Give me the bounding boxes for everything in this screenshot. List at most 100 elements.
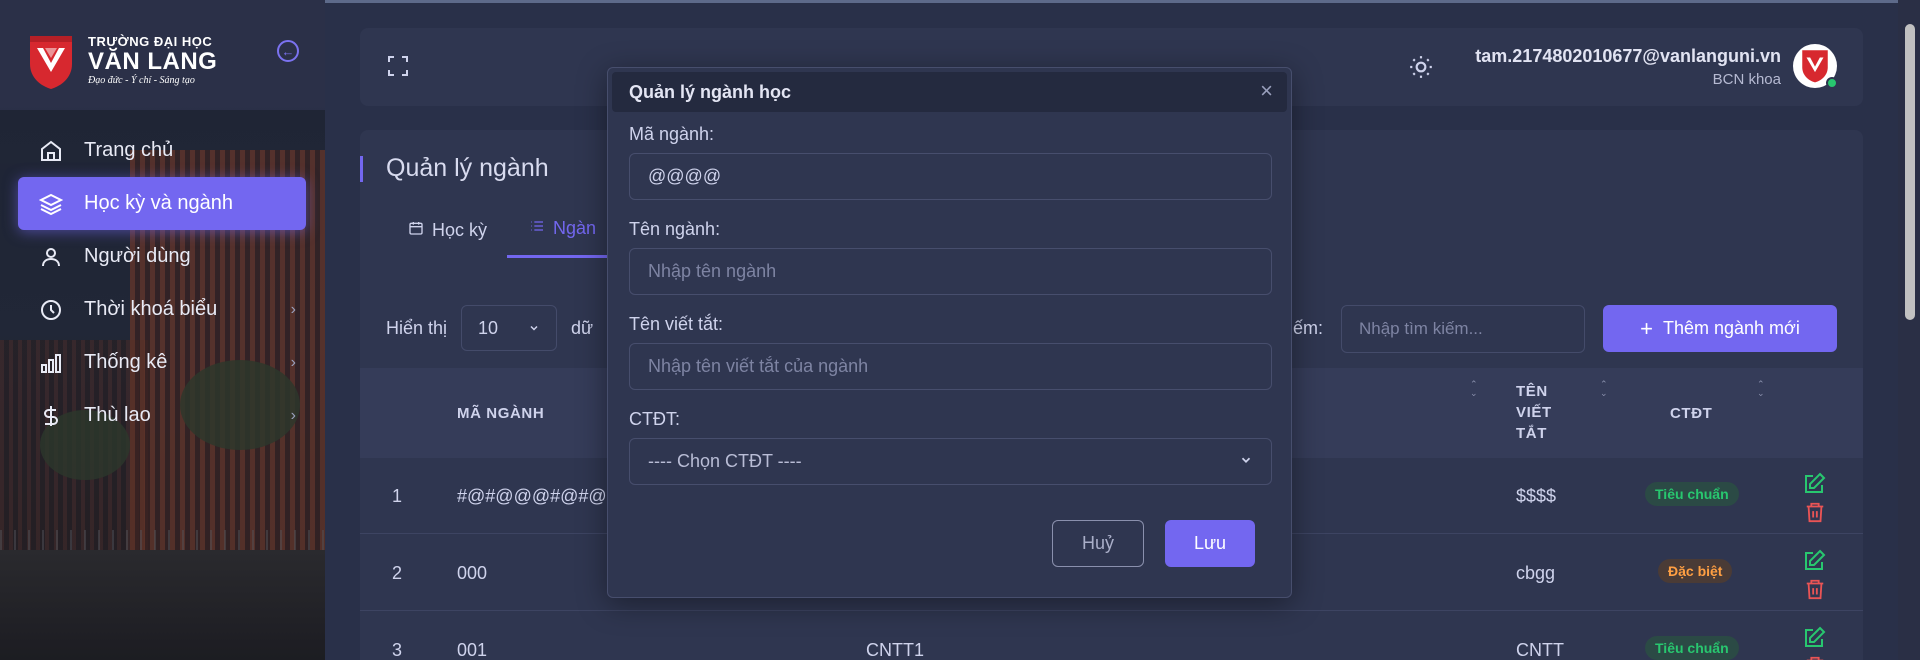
search-label: ếm: (1293, 318, 1324, 338)
major-edit-modal: Quản lý ngành học × Mã ngành: Tên ngành:… (607, 67, 1292, 598)
major-name-input[interactable] (629, 248, 1272, 295)
dollar-icon (38, 403, 64, 429)
tab-semester[interactable]: Học kỳ (408, 218, 507, 258)
sidebar-item-label: Trang chủ (84, 139, 174, 161)
scrollbar-thumb[interactable] (1905, 24, 1915, 320)
row-code: 000 (457, 563, 488, 583)
tab-major[interactable]: Ngàn (507, 218, 617, 258)
page-size-select[interactable]: 10 (461, 305, 558, 351)
scrollbar[interactable] (1898, 0, 1920, 660)
tab-label: Học kỳ (432, 219, 488, 240)
online-status-dot (1826, 77, 1838, 89)
search-input[interactable] (1341, 305, 1585, 353)
column-header-ctdt[interactable]: CTĐT (1670, 405, 1712, 422)
sidebar-item-users[interactable]: Người dùng (18, 230, 306, 283)
chevron-right-icon: › (290, 300, 296, 318)
table-row: 3 001 CNTT1 CNTT Tiêu chuẩn (360, 612, 1863, 660)
add-major-button[interactable]: + Thêm ngành mới (1603, 305, 1837, 352)
column-header-abbr-line2: VIẾT (1516, 404, 1552, 421)
cancel-button[interactable]: Huỷ (1052, 520, 1144, 567)
arrow-left-icon: ← (281, 43, 295, 59)
show-suffix: dữ (571, 317, 594, 338)
sidebar-item-label: Học kỳ và ngành (84, 192, 233, 214)
add-major-label: Thêm ngành mới (1662, 318, 1800, 338)
shield-logo-icon (28, 34, 74, 90)
major-code-label: Mã ngành: (629, 124, 715, 144)
row-index: 3 (392, 640, 403, 660)
chevron-right-icon: › (290, 353, 296, 371)
user-icon (38, 244, 64, 270)
chevron-right-icon: › (290, 406, 296, 424)
row-index: 1 (392, 486, 403, 506)
edit-icon[interactable] (1802, 472, 1826, 496)
trash-icon[interactable] (1804, 654, 1826, 660)
row-abbr: cbgg (1516, 563, 1556, 583)
modal-title: Quản lý ngành học (629, 82, 792, 102)
home-icon (38, 138, 64, 164)
chevron-down-icon (528, 318, 540, 339)
logo-big-text: VĂN LANG (88, 48, 218, 75)
edit-icon[interactable] (1802, 549, 1826, 573)
column-header-code[interactable]: MÃ NGÀNH (457, 405, 544, 422)
logo-motto: Đạo đức - Ý chí - Sáng tạo (88, 75, 195, 86)
sort-icon[interactable]: ⌃ ⌄ (1600, 380, 1608, 398)
ctdt-selected-value: ---- Chọn CTĐT ---- (648, 451, 802, 471)
plus-icon: + (1640, 315, 1653, 341)
tabs: Học kỳ Ngàn (408, 218, 617, 258)
logo-small-text: TRƯỜNG ĐẠI HỌC (88, 34, 213, 49)
status-badge: Đặc biệt (1658, 559, 1733, 583)
ctdt-label: CTĐT: (629, 409, 680, 429)
row-name: CNTT1 (866, 640, 924, 660)
trash-icon[interactable] (1804, 500, 1826, 524)
column-header-abbr-line3: TẮT (1516, 425, 1547, 442)
user-email: tam.2174802010677@vanlanguni.vn (1475, 46, 1781, 66)
layers-icon (38, 191, 64, 217)
major-abbr-label: Tên viết tắt: (629, 314, 724, 334)
status-badge: Tiêu chuẩn (1645, 482, 1739, 506)
user-role: BCN khoa (1712, 71, 1781, 88)
major-abbr-input[interactable] (629, 343, 1272, 390)
fullscreen-icon[interactable] (386, 54, 410, 78)
sidebar-item-semester-major[interactable]: Học kỳ và ngành (18, 177, 306, 230)
page-size-row: Hiển thị 10 dữ (386, 305, 593, 351)
trash-icon[interactable] (1804, 577, 1826, 601)
sidebar-item-timetable[interactable]: Thời khoá biểu › (18, 283, 306, 336)
university-logo: TRƯỜNG ĐẠI HỌC VĂN LANG Đạo đức - Ý chí … (28, 34, 217, 90)
sun-icon[interactable] (1408, 54, 1434, 80)
show-label: Hiển thị (386, 317, 448, 338)
column-header-abbr-line1[interactable]: TÊN (1516, 383, 1548, 400)
title-accent-bar (360, 156, 363, 182)
page-title: Quản lý ngành (386, 154, 549, 182)
major-code-input[interactable] (629, 153, 1272, 200)
calendar-icon (408, 220, 424, 241)
row-abbr: $$$$ (1516, 486, 1557, 506)
status-badge: Tiêu chuẩn (1645, 636, 1739, 660)
collapse-sidebar-button[interactable]: ← (277, 40, 299, 62)
sidebar-item-statistics[interactable]: Thống kê › (18, 336, 306, 389)
list-icon (529, 218, 545, 239)
page-size-value: 10 (478, 317, 499, 338)
row-index: 2 (392, 563, 403, 583)
sidebar-item-label: Thù lao (84, 404, 151, 426)
sort-icon[interactable]: ⌃ ⌄ (1757, 380, 1765, 398)
avatar[interactable] (1793, 44, 1838, 89)
edit-icon[interactable] (1802, 626, 1826, 650)
sidebar-item-label: Người dùng (84, 245, 191, 267)
bar-chart-icon (38, 350, 64, 376)
sidebar: TRƯỜNG ĐẠI HỌC VĂN LANG Đạo đức - Ý chí … (0, 0, 325, 660)
row-code: #@#@@@#@#@ (457, 486, 607, 506)
modal-header: Quản lý ngành học × (612, 72, 1287, 112)
sidebar-item-label: Thời khoá biểu (84, 298, 218, 320)
sidebar-item-home[interactable]: Trang chủ (18, 124, 306, 177)
save-button[interactable]: Lưu (1165, 520, 1255, 567)
ctdt-select[interactable]: ---- Chọn CTĐT ---- (629, 438, 1272, 485)
tab-label: Ngàn (553, 218, 597, 238)
major-name-label: Tên ngành: (629, 219, 721, 239)
sort-icon[interactable]: ⌃ ⌄ (1470, 380, 1478, 398)
sidebar-item-label: Thống kê (84, 351, 168, 373)
sidebar-item-remuneration[interactable]: Thù lao › (18, 389, 306, 442)
chevron-down-icon (1239, 451, 1253, 472)
close-icon[interactable]: × (1260, 80, 1273, 102)
row-abbr: CNTT (1516, 640, 1564, 660)
clock-icon (38, 297, 64, 323)
